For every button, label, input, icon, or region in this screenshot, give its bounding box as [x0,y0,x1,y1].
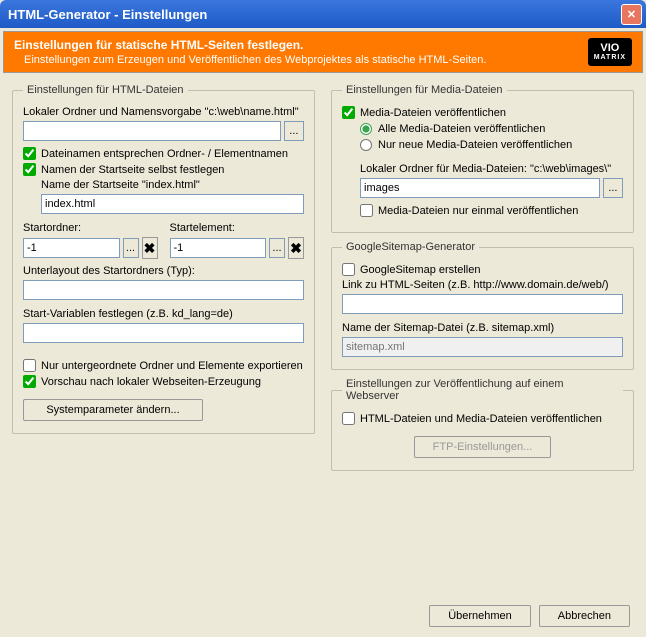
banner-title: Einstellungen für statische HTML-Seiten … [14,38,588,52]
media-publish-label: Media-Dateien veröffentlichen [360,107,506,119]
subordinate-checkbox[interactable] [23,359,36,372]
media-once-label: Media-Dateien nur einmal veröffentlichen [378,205,578,217]
startpage-name-input[interactable] [41,194,304,214]
underlayout-input[interactable] [23,280,304,300]
sitemap-link-input[interactable] [342,294,623,314]
startpage-checkbox[interactable] [23,163,36,176]
underlayout-label: Unterlayout des Startordners (Typ): [23,265,304,277]
startvars-input[interactable] [23,323,304,343]
html-legend: Einstellungen für HTML-Dateien [23,84,188,96]
media-folder-label: Lokaler Ordner für Media-Dateien: "c:\we… [360,163,623,175]
startelement-label: Startelement: [170,222,305,234]
media-new-label: Nur neue Media-Dateien veröffentlichen [378,139,572,151]
media-all-label: Alle Media-Dateien veröffentlichen [378,123,545,135]
media-settings-group: Einstellungen für Media-Dateien Media-Da… [331,84,634,233]
preview-checkbox[interactable] [23,375,36,388]
startfolder-browse-button[interactable]: ... [123,238,139,258]
logo: VIO MATRIX [588,38,632,66]
close-button[interactable]: ✕ [621,4,642,25]
startelement-clear-button[interactable]: ✖ [288,237,304,259]
media-once-checkbox[interactable] [360,204,373,217]
sitemap-create-checkbox[interactable] [342,263,355,276]
startelement-input[interactable] [170,238,267,258]
html-settings-group: Einstellungen für HTML-Dateien Lokaler O… [12,84,315,434]
webserver-publish-checkbox[interactable] [342,412,355,425]
window-title: HTML-Generator - Einstellungen [4,7,621,22]
startfolder-label: Startordner: [23,222,158,234]
webserver-publish-label: HTML-Dateien und Media-Dateien veröffent… [360,413,602,425]
media-browse-button[interactable]: ... [603,178,623,198]
media-publish-checkbox[interactable] [342,106,355,119]
startvars-label: Start-Variablen festlegen (z.B. kd_lang=… [23,308,304,320]
startfolder-clear-button[interactable]: ✖ [142,237,158,259]
webserver-legend: Einstellungen zur Veröffentlichung auf e… [342,378,623,402]
cancel-button[interactable]: Abbrechen [539,605,630,627]
startelement-browse-button[interactable]: ... [269,238,285,258]
media-folder-input[interactable] [360,178,600,198]
sitemap-create-label: GoogleSitemap erstellen [360,264,480,276]
startpage-name-label: Name der Startseite "index.html" [41,179,304,191]
media-legend: Einstellungen für Media-Dateien [342,84,507,96]
system-params-button[interactable]: Systemparameter ändern... [23,399,203,421]
ftp-settings-button: FTP-Einstellungen... [414,436,552,458]
titlebar: HTML-Generator - Einstellungen ✕ [0,0,646,28]
sitemap-legend: GoogleSitemap-Generator [342,241,479,253]
preview-label: Vorschau nach lokaler Webseiten-Erzeugun… [41,376,261,388]
filenames-checkbox[interactable] [23,147,36,160]
browse-folder-button[interactable]: ... [284,121,304,141]
local-folder-input[interactable] [23,121,281,141]
sitemap-link-label: Link zu HTML-Seiten (z.B. http://www.dom… [342,279,623,291]
sitemap-group: GoogleSitemap-Generator GoogleSitemap er… [331,241,634,370]
banner: Einstellungen für statische HTML-Seiten … [3,31,643,73]
subordinate-label: Nur untergeordnete Ordner und Elemente e… [41,360,303,372]
local-folder-label: Lokaler Ordner und Namensvorgabe "c:\web… [23,106,304,118]
sitemap-name-input [342,337,623,357]
filenames-label: Dateinamen entsprechen Ordner- / Element… [41,148,288,160]
banner-subtitle: Einstellungen zum Erzeugen und Veröffent… [14,54,588,66]
media-new-radio[interactable] [360,139,372,151]
media-all-radio[interactable] [360,123,372,135]
startfolder-input[interactable] [23,238,120,258]
apply-button[interactable]: Übernehmen [429,605,531,627]
sitemap-name-label: Name der Sitemap-Datei (z.B. sitemap.xml… [342,322,623,334]
startpage-checkbox-label: Namen der Startseite selbst festlegen [41,164,224,176]
webserver-group: Einstellungen zur Veröffentlichung auf e… [331,378,634,471]
